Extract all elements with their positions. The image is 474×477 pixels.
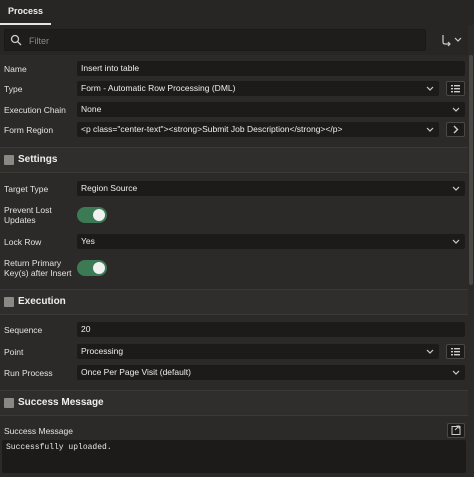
tab-bar: Process — [0, 0, 474, 25]
list-icon — [451, 85, 460, 93]
name-field[interactable]: Insert into table — [77, 61, 465, 76]
point-list-button[interactable] — [446, 344, 465, 359]
type-select[interactable]: Form - Automatic Row Processing (DML) — [77, 81, 439, 96]
chevron-down-icon — [426, 86, 434, 91]
settings-title: Settings — [18, 154, 58, 165]
prevent-lost-updates-label: Prevent Lost Updates — [4, 205, 52, 225]
target-type-select[interactable]: Region Source — [77, 181, 465, 196]
run-process-label: Run Process — [4, 368, 53, 378]
checkbox-icon — [4, 398, 14, 408]
scrollbar[interactable] — [468, 25, 474, 477]
point-value: Processing — [81, 346, 124, 356]
success-message-textarea[interactable]: Successfully uploaded. — [2, 440, 466, 473]
chevron-down-icon — [426, 127, 434, 132]
success-message-title: Success Message — [18, 397, 104, 408]
search-input[interactable] — [27, 32, 421, 50]
point-row: Point Processing — [0, 344, 474, 360]
form-region-select[interactable]: <p class="center-text"><strong>Submit Jo… — [77, 122, 439, 137]
run-process-row: Run Process Once Per Page Visit (default… — [0, 365, 474, 381]
search-box[interactable] — [4, 29, 426, 51]
prevent-lost-updates-label-line2: Updates — [4, 215, 36, 225]
toggle-knob — [93, 262, 105, 274]
lock-row-label: Lock Row — [4, 237, 42, 247]
run-process-value: Once Per Page Visit (default) — [81, 367, 191, 377]
expand-icon — [451, 425, 461, 435]
target-type-label: Target Type — [4, 184, 49, 194]
target-type-row: Target Type Region Source — [0, 181, 474, 197]
target-type-value: Region Source — [81, 183, 138, 193]
prevent-lost-updates-row: Prevent Lost Updates — [0, 203, 474, 229]
chevron-down-icon — [452, 370, 460, 375]
chevron-right-icon — [453, 125, 459, 134]
type-row: Type Form - Automatic Row Processing (DM… — [0, 81, 474, 97]
search-row — [0, 25, 474, 55]
chevron-down-icon — [452, 107, 460, 112]
run-process-select[interactable]: Once Per Page Visit (default) — [77, 365, 465, 380]
lock-row-row: Lock Row Yes — [0, 234, 474, 250]
form-region-value: <p class="center-text"><strong>Submit Jo… — [81, 124, 343, 134]
point-label: Point — [4, 347, 24, 357]
execution-section-header[interactable]: Execution — [0, 289, 474, 315]
lock-row-select[interactable]: Yes — [77, 234, 465, 249]
execution-title: Execution — [18, 296, 66, 307]
list-icon — [451, 348, 460, 356]
scrollbar-thumb[interactable] — [469, 55, 473, 285]
prevent-lost-updates-label-line1: Prevent Lost — [4, 205, 52, 215]
tab-process[interactable]: Process — [0, 0, 52, 25]
sequence-row: Sequence 20 — [0, 322, 474, 338]
checkbox-icon — [4, 155, 14, 165]
execution-chain-label: Execution Chain — [4, 105, 66, 115]
return-primary-key-toggle[interactable] — [77, 260, 107, 276]
type-value: Form - Automatic Row Processing (DML) — [81, 83, 236, 93]
prevent-lost-updates-toggle[interactable] — [77, 207, 107, 223]
sequence-field[interactable]: 20 — [77, 322, 465, 337]
type-label: Type — [4, 84, 23, 94]
type-list-button[interactable] — [446, 81, 465, 96]
return-primary-key-row: Return Primary Key(s) after Insert — [0, 256, 474, 282]
chevron-down-icon — [452, 239, 460, 244]
point-select[interactable]: Processing — [77, 344, 439, 359]
chevron-down-icon — [452, 186, 460, 191]
sequence-label: Sequence — [4, 325, 43, 335]
success-message-expand-button[interactable] — [447, 423, 465, 438]
lock-row-value: Yes — [81, 236, 95, 246]
settings-section-header[interactable]: Settings — [0, 147, 474, 173]
execution-chain-select[interactable]: None — [77, 102, 465, 117]
form-region-goto-button[interactable] — [446, 122, 465, 137]
return-primary-key-label: Return Primary Key(s) after Insert — [4, 258, 72, 278]
name-row: Name Insert into table — [0, 61, 474, 77]
filter-menu-icon[interactable] — [438, 33, 464, 47]
search-icon — [10, 34, 22, 46]
success-message-section-header[interactable]: Success Message — [0, 390, 474, 416]
name-label: Name — [4, 64, 27, 74]
toggle-knob — [93, 209, 105, 221]
return-primary-key-label-line1: Return Primary — [4, 258, 62, 268]
execution-chain-value: None — [81, 104, 102, 114]
execution-chain-row: Execution Chain None — [0, 102, 474, 118]
checkbox-icon — [4, 297, 14, 307]
form-region-row: Form Region <p class="center-text"><stro… — [0, 122, 474, 138]
return-primary-key-label-line2: Key(s) after Insert — [4, 268, 72, 278]
form-region-label: Form Region — [4, 125, 54, 135]
success-message-label: Success Message — [4, 426, 73, 436]
chevron-down-icon — [426, 349, 434, 354]
